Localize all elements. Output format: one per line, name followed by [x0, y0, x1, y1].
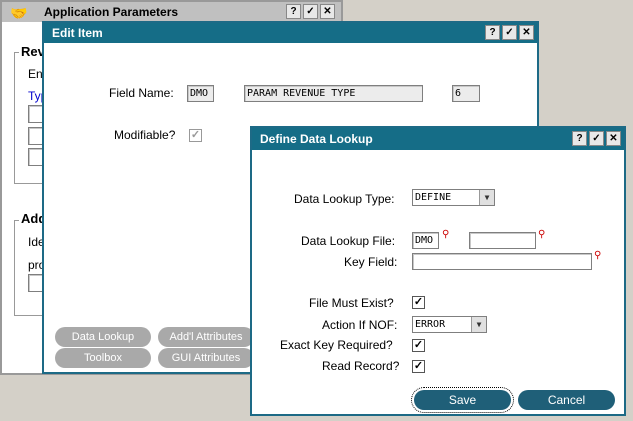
- close-button[interactable]: ✕: [519, 25, 534, 40]
- key-field-label: Key Field:: [344, 255, 398, 269]
- lookup-type-select[interactable]: DEFINE ▼: [412, 189, 495, 206]
- action-if-nof-select[interactable]: ERROR ▼: [412, 316, 487, 333]
- define-data-lookup-dialog: Define Data Lookup ? ✓ ✕ Data Lookup Typ…: [250, 126, 626, 416]
- lookup-file-label: Data Lookup File:: [301, 234, 396, 248]
- search-icon[interactable]: ⚲: [538, 229, 545, 240]
- modifiable-checkbox[interactable]: ✓: [189, 129, 202, 142]
- help-button[interactable]: ?: [485, 25, 500, 40]
- field-name-input: PARAM REVENUE TYPE: [244, 85, 423, 102]
- lookup-titlebar: Define Data Lookup ? ✓ ✕: [252, 128, 624, 150]
- exact-key-checkbox[interactable]: ✓: [412, 339, 425, 352]
- help-button[interactable]: ?: [286, 4, 301, 19]
- action-if-nof-label: Action If NOF:: [322, 318, 398, 332]
- chevron-down-icon[interactable]: ▼: [471, 317, 486, 332]
- search-icon[interactable]: ⚲: [594, 250, 601, 261]
- ok-button[interactable]: ✓: [303, 4, 318, 19]
- edit-item-titlebar: Edit Item ? ✓ ✕: [44, 23, 537, 43]
- chevron-down-icon[interactable]: ▼: [479, 190, 494, 205]
- ok-button[interactable]: ✓: [589, 131, 604, 146]
- read-record-label: Read Record?: [322, 359, 400, 373]
- app-title: Application Parameters: [44, 5, 179, 19]
- lookup-file-prefix-input[interactable]: DMO: [412, 232, 439, 249]
- handshake-icon: 🤝: [10, 5, 28, 21]
- close-button[interactable]: ✕: [606, 131, 621, 146]
- toolbox-button[interactable]: Toolbox: [55, 348, 151, 368]
- file-must-exist-checkbox[interactable]: ✓: [412, 296, 425, 309]
- data-lookup-button[interactable]: Data Lookup: [55, 327, 151, 347]
- addl-attributes-button[interactable]: Add'l Attributes: [158, 327, 254, 347]
- search-icon[interactable]: ⚲: [442, 229, 449, 240]
- cancel-button[interactable]: Cancel: [518, 390, 615, 410]
- revenue-group-text: En: [28, 67, 43, 81]
- lookup-type-label: Data Lookup Type:: [294, 192, 395, 206]
- close-button[interactable]: ✕: [320, 4, 335, 19]
- file-must-exist-label: File Must Exist?: [309, 296, 394, 310]
- save-button[interactable]: Save: [411, 387, 514, 413]
- gui-attributes-button[interactable]: GUI Attributes: [158, 348, 254, 368]
- edit-item-title: Edit Item: [52, 26, 103, 40]
- lookup-type-value: DEFINE: [415, 192, 452, 203]
- field-number-input: 6: [452, 85, 480, 102]
- field-name-label: Field Name:: [109, 86, 174, 100]
- lookup-file-input[interactable]: [469, 232, 536, 249]
- modifiable-label: Modifiable?: [114, 128, 176, 142]
- key-field-input[interactable]: [412, 253, 592, 270]
- field-prefix-input: DMO: [187, 85, 214, 102]
- action-if-nof-value: ERROR: [415, 319, 446, 330]
- exact-key-label: Exact Key Required?: [280, 338, 393, 352]
- read-record-checkbox[interactable]: ✓: [412, 360, 425, 373]
- lookup-title: Define Data Lookup: [260, 132, 373, 146]
- ok-button[interactable]: ✓: [502, 25, 517, 40]
- app-titlebar: 🤝 Application Parameters ? ✓ ✕: [2, 2, 341, 22]
- help-button[interactable]: ?: [572, 131, 587, 146]
